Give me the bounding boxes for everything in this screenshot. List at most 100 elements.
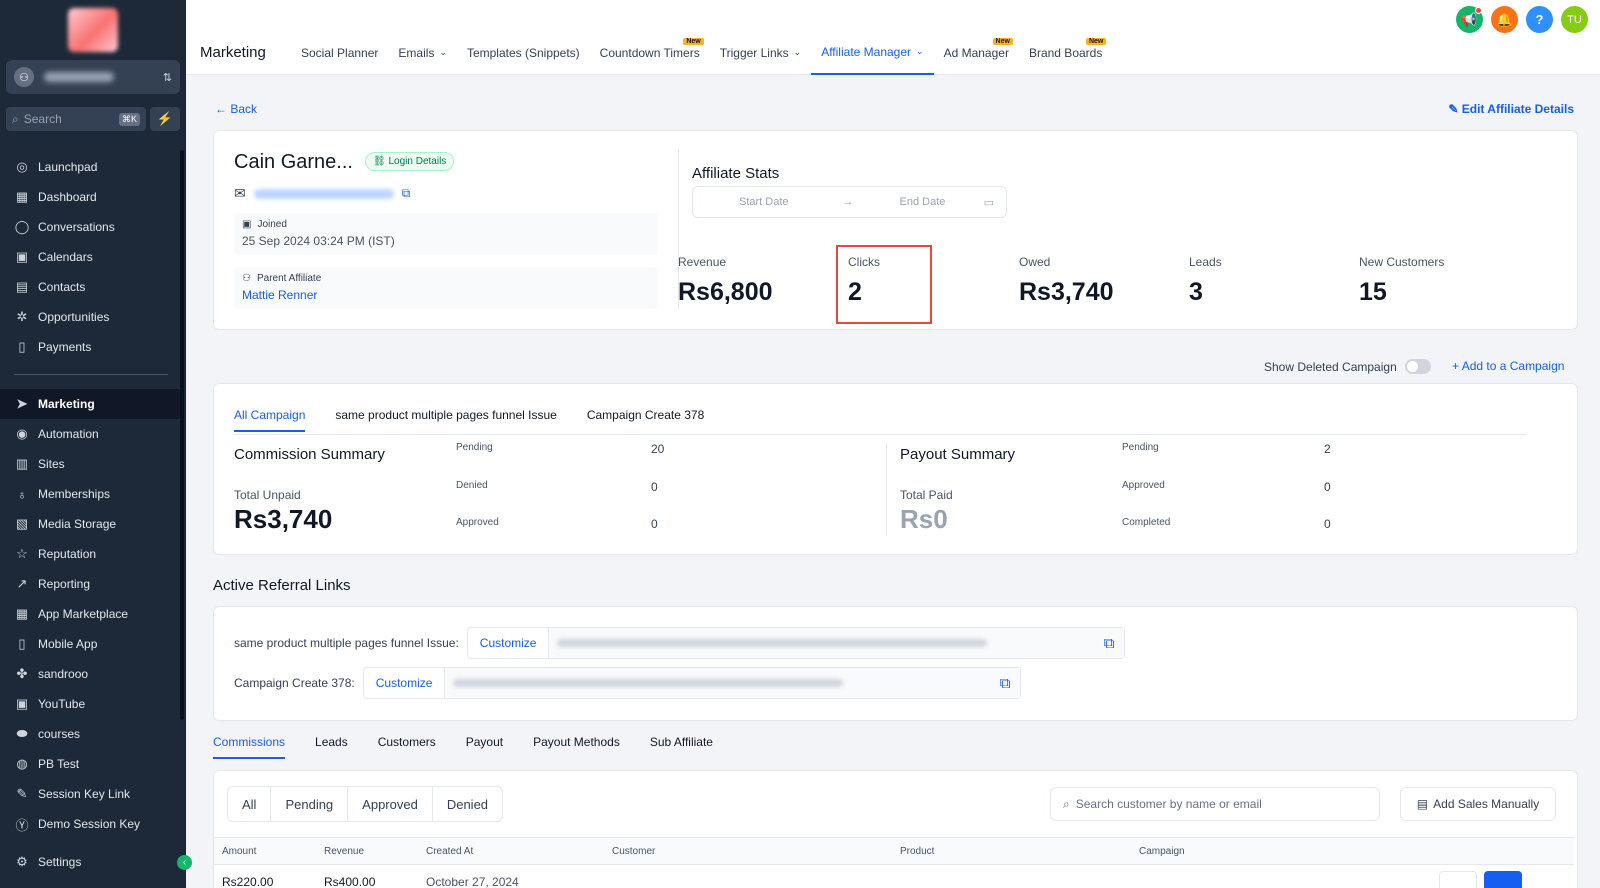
- sidebar-item-reputation[interactable]: ☆ Reputation: [0, 539, 186, 569]
- campaign-tab[interactable]: same product multiple pages funnel Issue: [335, 408, 556, 432]
- filter-pending[interactable]: Pending: [271, 787, 349, 821]
- customer-search-input[interactable]: ⌕ Search customer by name or email: [1050, 787, 1380, 821]
- opportunities-icon: ✲: [16, 309, 28, 324]
- detail-tab-payout-methods[interactable]: Payout Methods: [533, 735, 620, 759]
- sidebar-item-opportunities[interactable]: ✲ Opportunities: [0, 302, 186, 332]
- tab-templates-snippets-[interactable]: Templates (Snippets): [457, 30, 590, 75]
- collapse-sidebar-icon[interactable]: ‹: [177, 855, 192, 870]
- sidebar-item-reporting[interactable]: ↗ Reporting: [0, 569, 186, 599]
- sidebar-item-sandrooo[interactable]: ✤ sandrooo: [0, 659, 186, 689]
- sidebar-item-demo-session-key[interactable]: Ⓨ Demo Session Key: [0, 809, 186, 839]
- campaign-tab[interactable]: All Campaign: [234, 408, 306, 432]
- sidebar-search[interactable]: ⌕ Search ⌘K: [6, 107, 146, 131]
- sidebar-item-settings[interactable]: ⚙ Settings: [0, 847, 186, 877]
- tab-trigger-links[interactable]: Trigger Links ⌄: [710, 30, 811, 75]
- sidebar-item-marketing[interactable]: ➤ Marketing: [0, 389, 181, 419]
- sidebar-item-label: Contacts: [38, 280, 86, 294]
- sidebar-item-dashboard[interactable]: ▦ Dashboard: [0, 182, 186, 212]
- sidebar-item-sites[interactable]: ▥ Sites: [0, 449, 186, 479]
- sidebar-scrollbar[interactable]: [180, 150, 184, 720]
- parent-affiliate-link[interactable]: Mattie Renner: [242, 288, 650, 302]
- login-details-button[interactable]: ⛓ Login Details: [365, 152, 455, 171]
- sidebar-item-mobile-app[interactable]: ▯ Mobile App: [0, 629, 186, 659]
- back-link[interactable]: ← Back: [215, 102, 257, 116]
- sidebar-item-label: Opportunities: [38, 310, 110, 324]
- courses-icon: ⬬: [16, 726, 28, 741]
- user-avatar[interactable]: TU: [1561, 6, 1588, 33]
- detail-tab-commissions[interactable]: Commissions: [213, 735, 286, 759]
- start-date-input[interactable]: Start Date: [739, 196, 789, 208]
- sidebar-item-courses[interactable]: ⬬ courses: [0, 719, 186, 749]
- sidebar-item-media-storage[interactable]: ▧ Media Storage: [0, 509, 186, 539]
- sidebar-item-session-key-link[interactable]: ✎ Session Key Link: [0, 779, 186, 809]
- show-deleted-toggle[interactable]: [1404, 359, 1431, 374]
- add-sales-button[interactable]: ▤ Add Sales Manually: [1400, 787, 1556, 821]
- sidebar-item-youtube[interactable]: ▣ YouTube: [0, 689, 186, 719]
- joined-value: 25 Sep 2024 03:24 PM (IST): [242, 234, 395, 248]
- company-logo[interactable]: [68, 8, 118, 52]
- send-icon: ➤: [16, 396, 28, 411]
- stats-title: Affiliate Stats: [692, 165, 780, 182]
- megaphone-icon[interactable]: 📢: [1456, 6, 1483, 33]
- detail-tab-payout[interactable]: Payout: [466, 735, 503, 759]
- sidebar-item-calendars[interactable]: ▣ Calendars: [0, 242, 186, 272]
- filter-approved[interactable]: Approved: [348, 787, 433, 821]
- filter-all[interactable]: All: [228, 787, 272, 821]
- gear-icon: ⚙: [16, 854, 28, 869]
- tab-social-planner[interactable]: Social Planner: [291, 30, 388, 75]
- sidebar: ⚇ ⇅ ⌕ Search ⌘K ⚡ ◎ Launchpad ▦ Dashboard ◯ C…: [0, 0, 192, 888]
- end-date-input[interactable]: End Date: [900, 196, 946, 208]
- parent-label: Parent Affiliate: [256, 273, 322, 284]
- sidebar-item-app-marketplace[interactable]: ▦ App Marketplace: [0, 599, 186, 629]
- account-switcher[interactable]: ⚇ ⇅: [6, 60, 180, 94]
- sidebar-item-label: sandrooo: [38, 667, 89, 681]
- tab-brand-boards[interactable]: Brand Boards New: [1019, 30, 1112, 75]
- sidebar-item-contacts[interactable]: ▤ Contacts: [0, 272, 186, 302]
- row-more-button[interactable]: [1439, 871, 1477, 888]
- sidebar-item-launchpad[interactable]: ◎ Launchpad: [0, 152, 186, 182]
- copy-icon[interactable]: ⧉: [1104, 635, 1115, 652]
- summary-value: 2: [1324, 442, 1331, 456]
- calendar-icon[interactable]: ▭: [984, 196, 994, 209]
- tab-ad-manager[interactable]: Ad Manager New: [934, 30, 1019, 75]
- reporting-icon: ↗: [16, 576, 28, 591]
- add-campaign-button[interactable]: + Add to a Campaign: [1452, 359, 1564, 373]
- quick-action-bolt-icon[interactable]: ⚡: [150, 107, 180, 131]
- referral-label: same product multiple pages funnel Issue…: [234, 636, 459, 650]
- sidebar-item-pb-test[interactable]: ◍ PB Test: [0, 749, 186, 779]
- help-icon[interactable]: ?: [1526, 6, 1553, 33]
- sidebar-divider: [14, 374, 168, 375]
- commission-title: Commission Summary: [234, 446, 385, 463]
- filter-denied[interactable]: Denied: [433, 787, 502, 821]
- referral-url[interactable]: ⧉: [445, 668, 1021, 698]
- column-header: Campaign: [1139, 846, 1185, 857]
- tab-countdown-timers[interactable]: Countdown Timers New: [590, 30, 710, 75]
- customize-button[interactable]: Customize: [468, 628, 550, 658]
- copy-icon[interactable]: ⧉: [1000, 675, 1011, 692]
- detail-tab-leads[interactable]: Leads: [315, 735, 348, 759]
- date-range-picker[interactable]: Start Date → End Date ▭: [692, 186, 1007, 218]
- stat-owed: Owed Rs3,740: [1019, 255, 1114, 307]
- detail-tab-sub-affiliate[interactable]: Sub Affiliate: [650, 735, 713, 759]
- sidebar-item-automation[interactable]: ◉ Automation: [0, 419, 186, 449]
- sidebar-item-label: Calendars: [38, 250, 93, 264]
- sidebar-item-conversations[interactable]: ◯ Conversations: [0, 212, 186, 242]
- edit-affiliate-link[interactable]: ✎ Edit Affiliate Details: [1448, 102, 1574, 116]
- campaign-tab[interactable]: Campaign Create 378: [587, 408, 704, 432]
- referral-url[interactable]: ⧉: [549, 628, 1125, 658]
- stat-revenue: Revenue Rs6,800: [678, 255, 773, 307]
- edit-label: Edit Affiliate Details: [1461, 102, 1574, 116]
- top-bar: Marketing Social Planner Emails ⌄ Templates…: [186, 0, 1600, 75]
- copy-icon[interactable]: ⧉: [402, 186, 411, 201]
- tab-emails[interactable]: Emails ⌄: [388, 30, 457, 75]
- row-action-button[interactable]: [1484, 871, 1522, 888]
- search-shortcut: ⌘K: [118, 112, 140, 126]
- bell-icon[interactable]: 🔔: [1491, 6, 1518, 33]
- customize-button[interactable]: Customize: [364, 668, 446, 698]
- sidebar-item-payments[interactable]: ▯ Payments: [0, 332, 186, 362]
- tab-affiliate-manager[interactable]: Affiliate Manager ⌄: [811, 30, 934, 75]
- sidebar-item-label: Automation: [38, 427, 99, 441]
- sidebar-item-label: Sites: [38, 457, 65, 471]
- detail-tab-customers[interactable]: Customers: [378, 735, 436, 759]
- sidebar-item-memberships[interactable]: ♁ Memberships: [0, 479, 186, 509]
